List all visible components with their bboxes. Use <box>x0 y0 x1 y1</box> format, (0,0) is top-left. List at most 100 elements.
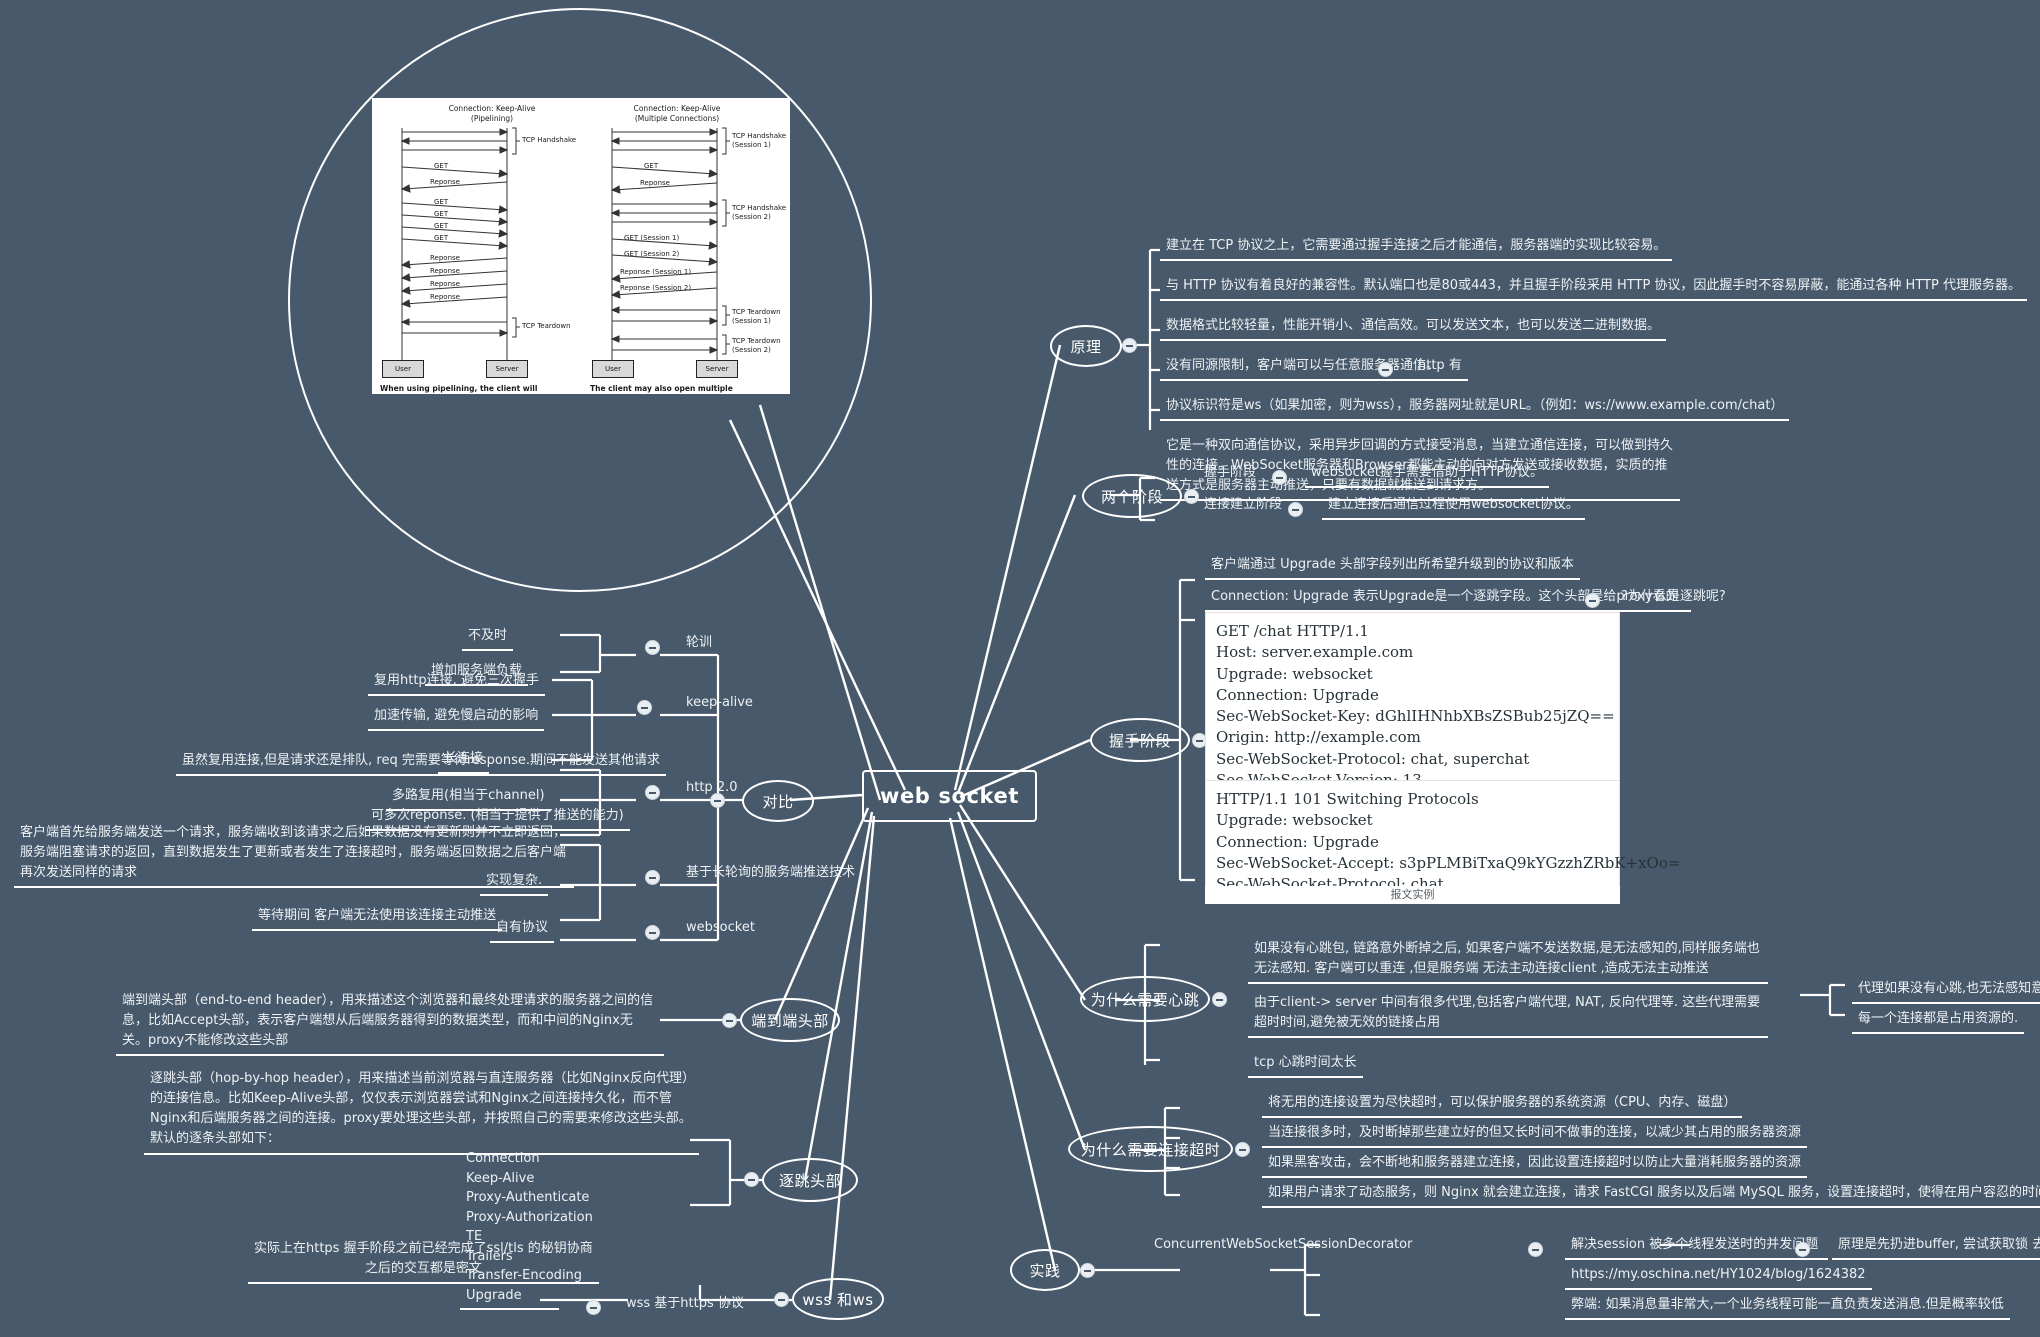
collapse-toggle-duandao[interactable] <box>722 1013 737 1028</box>
collapse-toggle-lunxun[interactable] <box>645 640 660 655</box>
pic-msg: Reponse (Session 1) <box>620 268 692 276</box>
branch-xintiao[interactable]: 为什么需要心跳 <box>1080 976 1210 1022</box>
collapse-toggle-chaoshi[interactable] <box>1235 1142 1250 1157</box>
pic-msg: Reponse <box>430 293 460 301</box>
woshou-note-upgrade: 客户端通过 Upgrade 头部字段列出所希望升级到的协议和版本 <box>1205 554 1580 581</box>
duibi-group-label-longpoll: 基于长轮询的服务端推送技术 <box>686 865 856 880</box>
duibi-item: 加速传输, 避免慢启动的影响 <box>368 705 545 732</box>
duibi-item: 复用http连接, 避免三次握手 <box>368 670 545 697</box>
pic-actor-user: User <box>382 360 424 378</box>
duibi-group-label-websocket: websocket <box>686 920 755 935</box>
pic-label-right-handshake-1: TCP Handshake (Session 1) <box>732 132 787 150</box>
collapse-toggle-liangge-1[interactable] <box>1288 502 1303 517</box>
pic-msg: Reponse <box>430 254 460 262</box>
duibi-item: 等待期间 客户端无法使用该连接主动推送 <box>252 905 503 932</box>
branch-duibi[interactable]: 对比 <box>742 780 814 822</box>
branch-chaoshi[interactable]: 为什么需要连接超时 <box>1068 1126 1233 1172</box>
collapse-toggle-wss-item[interactable] <box>586 1300 601 1315</box>
pic-msg: Reponse <box>430 178 460 186</box>
duibi-item: 自有协议 <box>490 917 555 944</box>
pic-msg: Reponse <box>430 267 460 275</box>
pic-msg: Reponse <box>640 179 670 187</box>
pic-label-right-handshake-2: TCP Handshake (Session 2) <box>732 204 787 222</box>
pic-msg: GET (Session 1) <box>624 234 680 242</box>
pic-label-right-teardown-1: TCP Teardown (Session 1) <box>732 308 781 326</box>
branch-wss-ws[interactable]: wss 和ws <box>792 1278 884 1320</box>
liangge-sub-label: 握手阶段 <box>1204 465 1257 480</box>
duibi-item: 虽然复用连接,但是请求还是排队, req 完需要等待response.期间不能发… <box>176 750 667 777</box>
pic-msg: GET <box>434 222 449 230</box>
collapse-toggle-shijian[interactable] <box>1080 1263 1095 1278</box>
collapse-toggle-shijian-0[interactable] <box>1795 1242 1810 1257</box>
pic-msg: GET <box>434 210 449 218</box>
shijian-principle: 原理是先扔进buffer, 尝试获取锁 去flush, 如果失败,则放弃,如果成… <box>1832 1234 2040 1261</box>
collapse-toggle-keepalive[interactable] <box>637 700 652 715</box>
pic-msg: GET <box>434 234 449 242</box>
wssws-detail: 实际上在https 握手阶段之前已经完成了ssl/tls 的秘钥协商 之后的交互… <box>248 1238 599 1285</box>
collapse-toggle-ws[interactable] <box>645 925 660 940</box>
mindmap-canvas: Connection: Keep-Alive (Pipelining) Conn… <box>0 0 2040 1337</box>
collapse-toggle-yuanli-4[interactable] <box>1378 362 1393 377</box>
pic-right-caption: The client may also open multiple TCP co… <box>590 384 733 393</box>
xintiao-item: 由于client-> server 中间有很多代理,包括客户端代理, NAT, … <box>1248 992 1768 1039</box>
pic-label-right-teardown-2: TCP Teardown (Session 2) <box>732 337 781 355</box>
pic-msg: GET (Session 2) <box>624 250 680 258</box>
collapse-toggle-liangge-0[interactable] <box>1272 470 1287 485</box>
woshou-note-question: ?为什么是逐跳呢? <box>1621 589 1726 604</box>
duandao-detail: 端到端头部（end-to-end header），用来描述这个浏览器和最终处理请… <box>116 990 664 1057</box>
chaoshi-item: 如果用户请求了动态服务，则 Nginx 就会建立连接，请求 FastCGI 服务… <box>1262 1182 2040 1209</box>
collapse-toggle-woshou-note2[interactable] <box>1585 593 1600 608</box>
branch-zhutiao-toubu[interactable]: 逐跳头部 <box>762 1158 858 1202</box>
pic-label-left-teardown: TCP Teardown <box>522 322 571 330</box>
collapse-toggle-yuanli[interactable] <box>1122 338 1137 353</box>
yuanli-item-http: http 有 <box>1412 355 1468 382</box>
duibi-group-label-lunxun: 轮训 <box>686 635 713 650</box>
yuanli-item: 数据格式比较轻量，性能开销小、通信高效。可以发送文本，也可以发送二进制数据。 <box>1160 315 1667 342</box>
collapse-toggle-wssws[interactable] <box>774 1292 789 1307</box>
zhutiao-header-list: Connection Keep-Alive Proxy-Authenticate… <box>460 1148 593 1310</box>
pic-actor-server: Server <box>486 360 528 378</box>
branch-duandao-toubu[interactable]: 端到端头部 <box>740 998 840 1042</box>
collapse-toggle-liangge[interactable] <box>1184 489 1199 504</box>
zhutiao-detail: 逐跳头部（hop-by-hop header），用来描述当前浏览器与直连服务器（… <box>144 1068 699 1155</box>
collapse-toggle-http2[interactable] <box>645 785 660 800</box>
liangge-sub-detail: websocket握手需要借助于HTTP协议。 <box>1305 462 1550 489</box>
branch-woshou-jieduan[interactable]: 握手阶段 <box>1090 718 1190 762</box>
liangge-sub-detail: 建立连接后通信过程使用websocket协议。 <box>1322 494 1585 521</box>
branch-shijian[interactable]: 实践 <box>1010 1249 1080 1291</box>
yuanli-item: 建立在 TCP 协议之上，它需要通过握手连接之后才能通信，服务器端的实现比较容易… <box>1160 235 1673 262</box>
branch-liangge-jieduan[interactable]: 两个阶段 <box>1082 474 1182 518</box>
pic-msg: GET <box>644 162 659 170</box>
yuanli-item: 没有同源限制，客户端可以与任意服务器通信。 <box>1160 355 1450 382</box>
shijian-item-link[interactable]: https://my.oschina.net/HY1024/blog/16243… <box>1565 1264 1872 1291</box>
pic-label-left-handshake: TCP Handshake <box>522 136 577 144</box>
duibi-group-label-http2: http 2.0 <box>686 780 738 795</box>
shijian-item: 解决session 被多个线程发送时的并发问题 <box>1565 1234 1829 1261</box>
branch-yuanli[interactable]: 原理 <box>1050 325 1122 367</box>
handshake-request-code: GET /chat HTTP/1.1 Host: server.example.… <box>1205 612 1620 801</box>
pic-actor-user: User <box>592 360 634 378</box>
pic-msg: GET <box>434 162 449 170</box>
collapse-toggle-zhutiao[interactable] <box>744 1172 759 1187</box>
xintiao-right-item: 每一个连接都是占用资源的. <box>1852 1008 2025 1035</box>
keepalive-sequence-diagram: Connection: Keep-Alive (Pipelining) Conn… <box>372 98 790 394</box>
pic-actor-server: Server <box>696 360 738 378</box>
collapse-toggle-xintiao[interactable] <box>1212 992 1227 1007</box>
chaoshi-item: 如果黑客攻击，会不断地和服务器建立连接，因此设置连接超时以防止大量消耗服务器的资… <box>1262 1152 1808 1179</box>
chaoshi-item: 当连接很多时，及时断掉那些建立好的但又长时间不做事的连接，以减少其占用的服务器资… <box>1262 1122 1808 1149</box>
collapse-toggle-decorator[interactable] <box>1528 1242 1543 1257</box>
yuanli-item: 协议标识符是ws（如果加密，则为wss），服务器网址就是URL。（例如：ws:/… <box>1160 395 1790 422</box>
xintiao-item: 如果没有心跳包, 链路意外断掉之后, 如果客户端不发送数据,是无法感知的,同样服… <box>1248 938 1768 985</box>
chaoshi-item: 将无用的连接设置为尽快超时，可以保护服务器的系统资源（CPU、内存、磁盘） <box>1262 1092 1743 1119</box>
xintiao-item: tcp 心跳时间太长 <box>1248 1052 1363 1079</box>
root-node-web-socket[interactable]: web socket <box>862 770 1037 822</box>
shijian-decorator: ConcurrentWebSocketSessionDecorator <box>1154 1237 1413 1252</box>
pic-left-caption: When using pipelining, the client will i… <box>380 384 538 393</box>
duibi-item: 不及时 <box>462 625 514 652</box>
collapse-toggle-longpoll[interactable] <box>645 870 660 885</box>
duibi-item: 实现复杂. <box>480 870 549 897</box>
pic-msg: GET <box>434 198 449 206</box>
wssws-item: wss 基于https 协议 <box>626 1296 744 1311</box>
yuanli-item: 与 HTTP 协议有着良好的兼容性。默认端口也是80或443，并且握手阶段采用 … <box>1160 275 2027 302</box>
shijian-item: 弊端: 如果消息量非常大,一个业务线程可能一直负责发送消息.但是概率较低 <box>1565 1294 2010 1321</box>
